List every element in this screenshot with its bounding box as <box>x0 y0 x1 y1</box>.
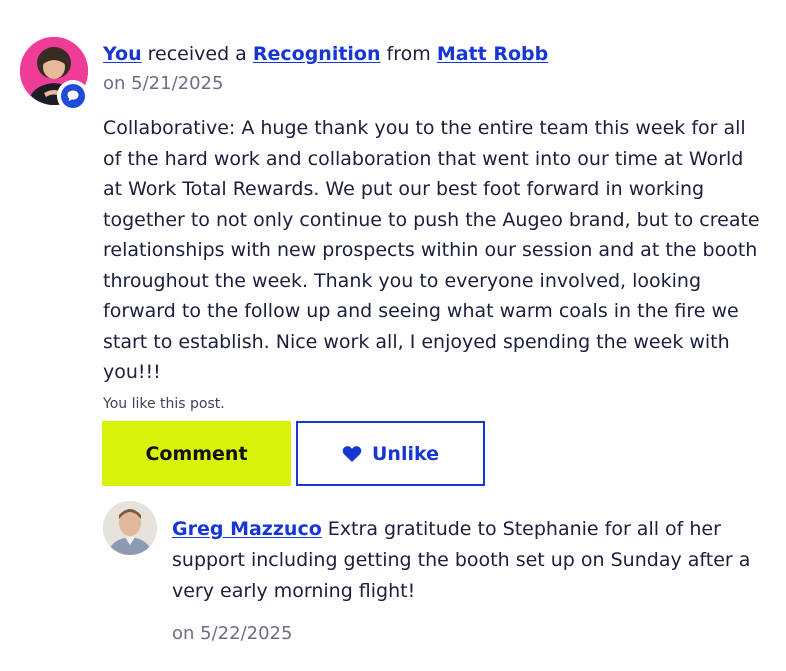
comment-bubble-icon <box>57 80 89 112</box>
unlike-button[interactable]: Unlike <box>296 421 485 486</box>
comment-date: on 5/22/2025 <box>172 623 293 644</box>
post-date: on 5/21/2025 <box>103 73 224 94</box>
unlike-label: Unlike <box>372 442 439 465</box>
commenter-link[interactable]: Greg Mazzuco <box>172 518 322 540</box>
comment-button[interactable]: Comment <box>102 421 291 486</box>
post-header: You received a Recognition from Matt Rob… <box>103 40 548 68</box>
from-text: from <box>380 43 437 65</box>
commenter-photo <box>103 501 157 555</box>
received-text: received a <box>141 43 253 65</box>
comment-body: Greg Mazzuco Extra gratitude to Stephani… <box>172 514 772 607</box>
speech-bubble-glyph <box>67 90 79 102</box>
sender-link[interactable]: Matt Robb <box>437 43 548 65</box>
recognition-link[interactable]: Recognition <box>253 43 381 65</box>
badge-dot <box>61 84 85 108</box>
author-link[interactable]: You <box>103 43 142 65</box>
commenter-avatar[interactable] <box>103 501 157 555</box>
heart-icon <box>342 445 362 462</box>
like-status: You like this post. <box>103 396 225 412</box>
post-body: Collaborative: A huge thank you to the e… <box>103 117 760 383</box>
